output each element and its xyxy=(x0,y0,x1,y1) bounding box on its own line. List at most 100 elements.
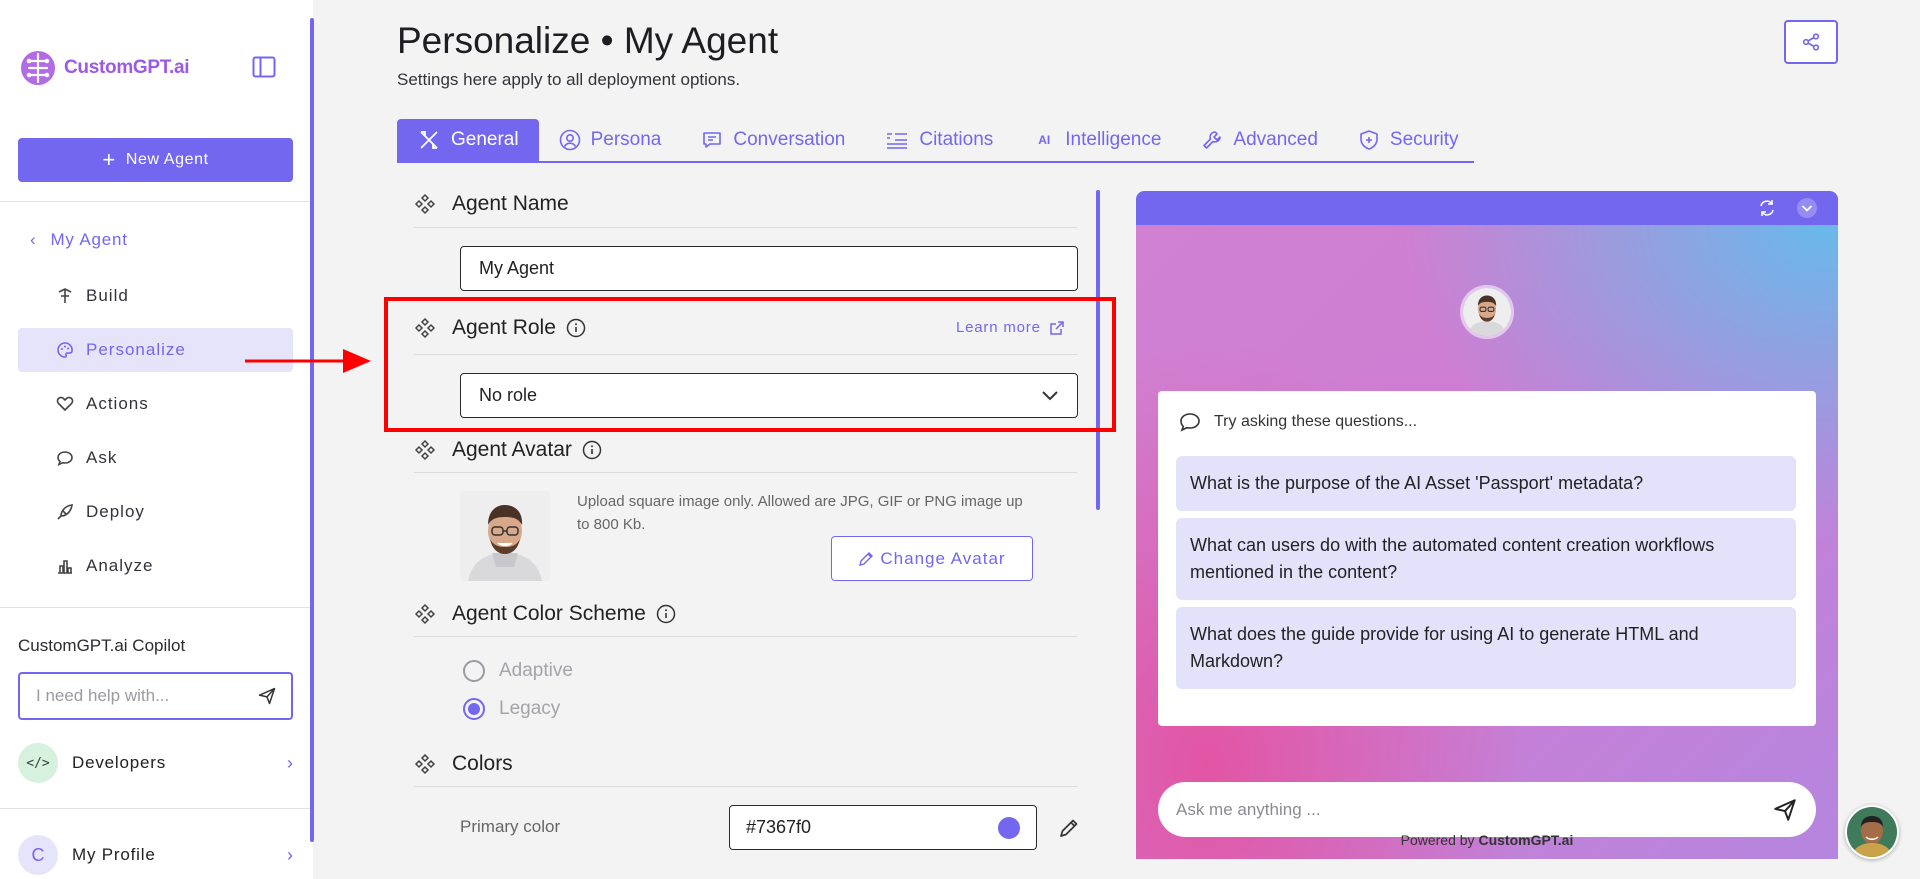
chat-bubble-icon xyxy=(1180,413,1200,432)
primary-color-input[interactable]: #7367f0 xyxy=(729,805,1037,850)
suggested-question[interactable]: What is the purpose of the AI Asset 'Pas… xyxy=(1176,456,1796,511)
tab-general[interactable]: General xyxy=(397,119,539,161)
section-divider xyxy=(414,227,1077,228)
color-scheme-option-legacy[interactable]: Legacy xyxy=(463,698,560,720)
sidebar-scrollbar[interactable] xyxy=(310,18,314,842)
ai-icon: AI xyxy=(1038,133,1051,147)
user-circle-icon xyxy=(559,129,580,151)
my-profile-link[interactable]: C My Profile › xyxy=(18,835,293,875)
sidebar-item-actions[interactable]: Actions xyxy=(18,382,293,426)
divider xyxy=(0,808,313,809)
agent-name-input[interactable]: My Agent xyxy=(460,246,1078,291)
drag-handle-icon[interactable] xyxy=(414,193,436,215)
tab-security[interactable]: Security xyxy=(1338,119,1479,161)
build-icon xyxy=(58,288,72,303)
profile-label: My Profile xyxy=(72,845,156,864)
section-divider xyxy=(414,786,1077,787)
chat-preview: Try asking these questions... What is th… xyxy=(1136,191,1838,859)
page-subtitle: Settings here apply to all deployment op… xyxy=(397,70,741,89)
chat-icon xyxy=(57,451,73,467)
primary-color-label: Primary color xyxy=(460,817,561,836)
sidebar-item-ask[interactable]: Ask xyxy=(18,436,293,480)
suggested-questions-card: Try asking these questions... What is th… xyxy=(1158,391,1816,726)
info-icon[interactable] xyxy=(656,604,676,624)
sidebar-item-label: Build xyxy=(86,286,129,305)
info-icon[interactable] xyxy=(582,440,602,460)
sidebar-toggle-icon xyxy=(252,56,276,78)
tab-label: Security xyxy=(1389,129,1459,150)
share-icon xyxy=(1802,33,1820,51)
send-icon[interactable] xyxy=(1772,797,1798,823)
change-avatar-label: Change Avatar xyxy=(880,548,1006,568)
share-button[interactable] xyxy=(1784,20,1838,64)
wrench-cross-icon xyxy=(420,131,438,149)
tab-label: Conversation xyxy=(733,129,846,150)
sidebar-collapse-button[interactable] xyxy=(252,56,276,78)
sidebar-item-label: Actions xyxy=(86,394,149,413)
color-scheme-option-adaptive[interactable]: Adaptive xyxy=(463,660,573,682)
suggested-question[interactable]: What can users do with the automated con… xyxy=(1176,518,1796,600)
agent-name-section-header: Agent Name xyxy=(414,192,569,216)
new-agent-button[interactable]: + New Agent xyxy=(18,138,293,182)
tab-citations[interactable]: Citations xyxy=(865,119,1013,161)
shield-icon xyxy=(1360,130,1378,150)
section-title: Colors xyxy=(452,752,513,775)
palette-icon xyxy=(57,342,73,358)
agent-avatar-section-header: Agent Avatar xyxy=(414,438,602,462)
drag-handle-icon[interactable] xyxy=(414,753,436,775)
sidebar-item-label: Analyze xyxy=(86,556,154,575)
tab-advanced[interactable]: Advanced xyxy=(1181,119,1338,161)
back-to-agent-link[interactable]: ‹ My Agent xyxy=(30,230,128,250)
logo[interactable]: CustomGPT.ai xyxy=(18,48,190,88)
tab-label: Citations xyxy=(919,129,994,150)
annotation-arrow xyxy=(245,349,371,373)
color-swatch[interactable] xyxy=(998,816,1020,839)
radio-label: Adaptive xyxy=(499,660,573,681)
tab-intelligence[interactable]: AI Intelligence xyxy=(1013,119,1181,161)
powered-by-footer: Powered by CustomGPT.ai xyxy=(1136,832,1838,848)
sidebar-item-label: Ask xyxy=(86,448,118,467)
avatar-photo-icon xyxy=(460,491,550,581)
sidebar-item-build[interactable]: Build xyxy=(18,274,293,318)
sidebar-item-label: Personalize xyxy=(86,340,186,359)
tab-persona[interactable]: Persona xyxy=(539,119,682,161)
actions-icon xyxy=(56,396,74,412)
brain-logo-icon xyxy=(21,51,55,85)
section-divider xyxy=(414,472,1077,473)
developers-link[interactable]: </> Developers › xyxy=(18,743,293,783)
section-title: Agent Name xyxy=(452,192,569,215)
colors-section-header: Colors xyxy=(414,752,513,776)
chevron-down-icon[interactable] xyxy=(1796,197,1818,219)
support-chat-avatar[interactable] xyxy=(1845,805,1899,859)
section-title: Agent Avatar xyxy=(452,438,572,461)
copilot-input[interactable] xyxy=(36,686,257,706)
quote-list-icon xyxy=(887,133,908,149)
sidebar: CustomGPT.ai + New Agent ‹ My Agent Buil… xyxy=(0,0,313,879)
preview-ask-bar xyxy=(1158,782,1816,837)
drag-handle-icon[interactable] xyxy=(414,439,436,461)
page-title: Personalize • My Agent xyxy=(397,20,779,61)
radio-button[interactable] xyxy=(463,660,485,682)
powered-brand: CustomGPT.ai xyxy=(1478,832,1574,848)
suggested-question[interactable]: What does the guide provide for using AI… xyxy=(1176,607,1796,689)
sidebar-item-deploy[interactable]: Deploy xyxy=(18,490,293,534)
rocket-icon xyxy=(57,504,73,520)
tab-conversation[interactable]: Conversation xyxy=(681,119,865,161)
radio-button[interactable] xyxy=(463,698,485,720)
edit-color-button[interactable] xyxy=(1058,817,1080,839)
refresh-icon[interactable] xyxy=(1757,198,1777,218)
bar-chart-icon xyxy=(58,560,72,574)
message-icon xyxy=(703,132,722,148)
agent-avatar-image xyxy=(460,491,550,581)
preview-agent-avatar xyxy=(1460,285,1514,339)
send-icon[interactable] xyxy=(257,684,277,708)
sidebar-item-analyze[interactable]: Analyze xyxy=(18,544,293,588)
drag-handle-icon[interactable] xyxy=(414,603,436,625)
divider xyxy=(0,607,313,608)
change-avatar-button[interactable]: Change Avatar xyxy=(831,536,1033,581)
preview-ask-input[interactable] xyxy=(1176,799,1772,820)
copilot-title: CustomGPT.ai Copilot xyxy=(18,636,186,655)
preview-background: Try asking these questions... What is th… xyxy=(1136,225,1838,859)
avatar-photo-icon xyxy=(1847,807,1897,857)
chevron-right-icon: › xyxy=(287,844,293,865)
